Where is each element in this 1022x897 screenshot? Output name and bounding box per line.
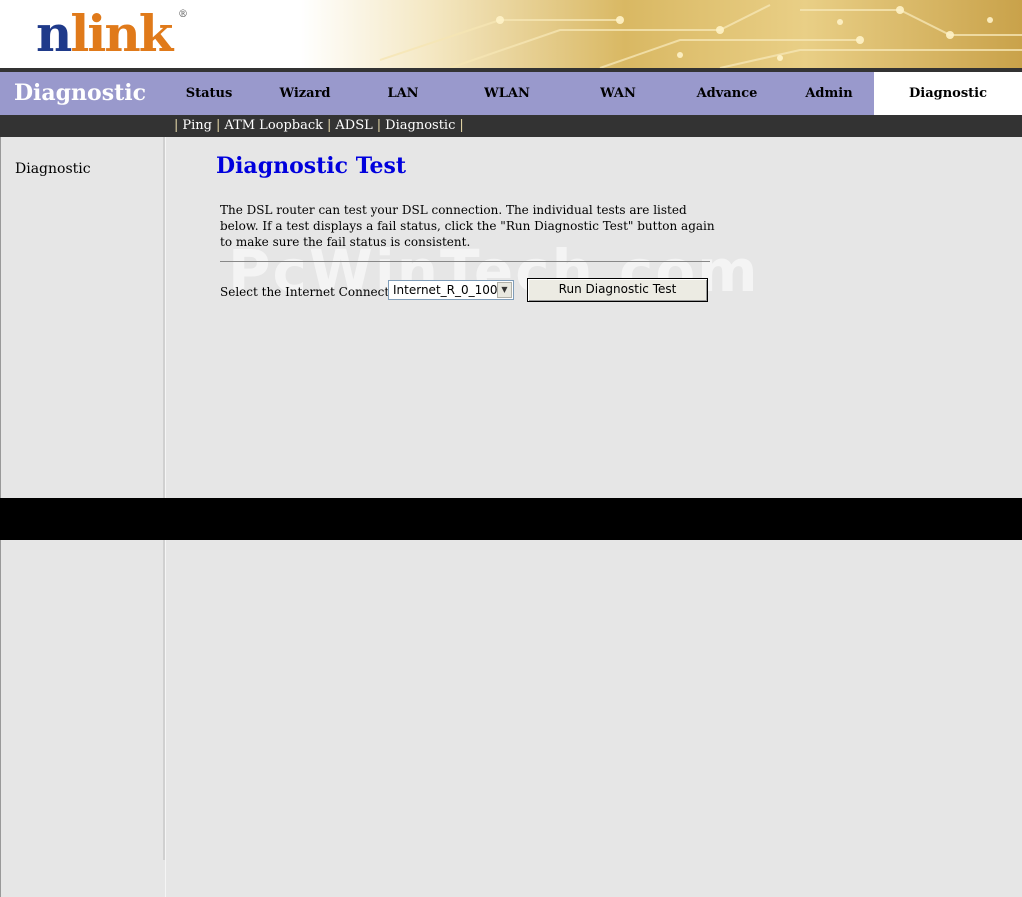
chevron-down-icon[interactable]: ▼ [497, 282, 512, 298]
main-content: PcWinTech.com Diagnostic Test The DSL ro… [166, 137, 1022, 497]
circuit-board-banner-image [300, 0, 1022, 68]
main-nav: Diagnostic Status Wizard LAN WLAN WAN Ad… [0, 72, 1022, 115]
subnav-item-diagnostic[interactable]: Diagnostic [385, 118, 455, 133]
header-banner: nlink ® [0, 0, 1022, 68]
subnav-separator: | [459, 118, 464, 133]
connection-label: Select the Internet Connection: [220, 285, 413, 299]
subnav-separator: | [216, 118, 221, 133]
section-title: Diagnostic [13, 80, 147, 106]
nlink-logo: nlink ® [36, 4, 188, 63]
tab-admin[interactable]: Admin [788, 72, 870, 115]
description-text: The DSL router can test your DSL connect… [220, 203, 715, 249]
subnav-separator: | [174, 118, 179, 133]
sub-nav: | Ping | ATM Loopback | ADSL | Diagnostic | [0, 115, 1022, 137]
subnav-item-ping[interactable]: Ping [182, 118, 212, 133]
tab-status[interactable]: Status [168, 72, 250, 115]
registered-mark: ® [178, 9, 188, 20]
sidebar-item-diagnostic[interactable]: Diagnostic [15, 161, 91, 177]
tab-lan[interactable]: LAN [362, 72, 444, 115]
tab-wan[interactable]: WAN [577, 72, 659, 115]
logo-letters-link: link [70, 4, 173, 63]
page-title: Diagnostic Test [216, 153, 407, 179]
connection-select[interactable]: Internet_R_0_100 ▼ [388, 280, 514, 300]
black-bar [0, 498, 1022, 540]
subnav-separator: | [376, 118, 382, 133]
tab-wlan[interactable]: WLAN [466, 72, 548, 115]
subnav-separator: | [327, 118, 332, 133]
logo-letter-n: n [36, 4, 72, 63]
divider [220, 261, 710, 262]
subnav-item-atm-loopback[interactable]: ATM Loopback [224, 118, 323, 133]
run-diagnostic-test-button[interactable]: Run Diagnostic Test [527, 278, 708, 302]
tab-advance[interactable]: Advance [686, 72, 768, 115]
tab-wizard[interactable]: Wizard [264, 72, 346, 115]
subnav-item-adsl[interactable]: ADSL [335, 118, 372, 133]
connection-select-value: Internet_R_0_100 [393, 283, 498, 297]
tab-diagnostic[interactable]: Diagnostic [874, 72, 1022, 115]
